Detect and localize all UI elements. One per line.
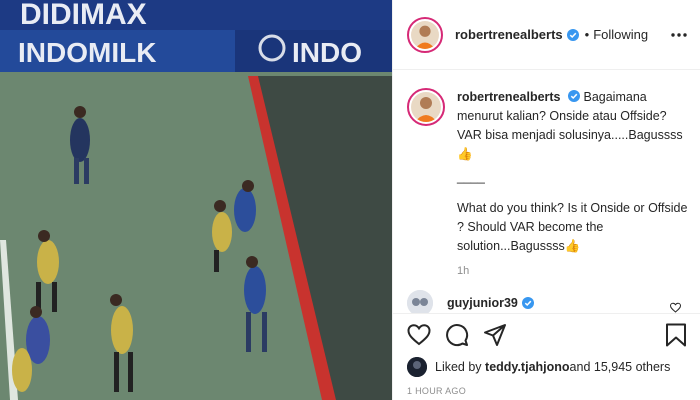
verified-badge-icon	[521, 297, 534, 309]
action-icons	[407, 323, 507, 347]
caption-username[interactable]: robertrenealberts	[457, 90, 561, 104]
following-button[interactable]: Following	[593, 27, 648, 42]
commenter-username[interactable]: guyjunior39	[447, 296, 518, 310]
bookmark-icon[interactable]	[665, 323, 687, 347]
post-media-video[interactable]: DIDIMAX INDOMILK INDO	[0, 0, 392, 400]
caption-divider: ____	[457, 170, 485, 184]
post-caption: robertrenealberts Bagaimana menurut kali…	[407, 88, 691, 281]
football-match-frame: DIDIMAX INDOMILK INDO	[0, 0, 392, 400]
caption-timestamp[interactable]: 1h	[457, 262, 691, 281]
comment-icon[interactable]	[445, 323, 469, 347]
verified-badge-icon	[568, 90, 580, 102]
avatar-image	[411, 20, 439, 49]
banner-indomilk: INDOMILK	[18, 37, 156, 68]
likes-prefix: Liked by	[435, 360, 482, 374]
author-avatar[interactable]	[407, 16, 443, 53]
caption-line-1: robertrenealberts Bagaimana menurut kali…	[457, 88, 691, 164]
likes-summary: Liked by teddy.tjahjono and 15,945 other…	[407, 357, 670, 377]
caption-body: robertrenealberts Bagaimana menurut kali…	[457, 88, 691, 281]
banner-indo: INDO	[292, 37, 362, 68]
comment-like-heart-icon[interactable]	[669, 302, 682, 313]
post-sidebar: robertrenealberts • Following robertrene…	[392, 0, 700, 400]
caption-author-avatar[interactable]	[407, 88, 445, 126]
verified-badge-icon	[566, 28, 579, 41]
avatar-image	[411, 92, 441, 122]
post-header: robertrenealberts • Following	[393, 0, 700, 70]
avatar-image	[407, 357, 427, 377]
author-username[interactable]: robertrenealberts	[455, 27, 563, 42]
heart-icon[interactable]	[407, 323, 431, 347]
share-icon[interactable]	[483, 323, 507, 347]
likes-others[interactable]: and 15,945 others	[570, 360, 671, 374]
post-time[interactable]: 1 HOUR AGO	[407, 386, 466, 396]
more-options-icon[interactable]	[671, 28, 687, 42]
banner-didimax: DIDIMAX	[20, 0, 147, 31]
caption-text-english: What do you think? Is it Onside or Offsi…	[457, 201, 688, 253]
post-actions: Liked by teddy.tjahjono and 15,945 other…	[393, 313, 700, 400]
liked-by-username[interactable]: teddy.tjahjono	[485, 360, 570, 374]
liker-avatar[interactable]	[407, 357, 427, 377]
separator-dot: •	[584, 27, 590, 42]
